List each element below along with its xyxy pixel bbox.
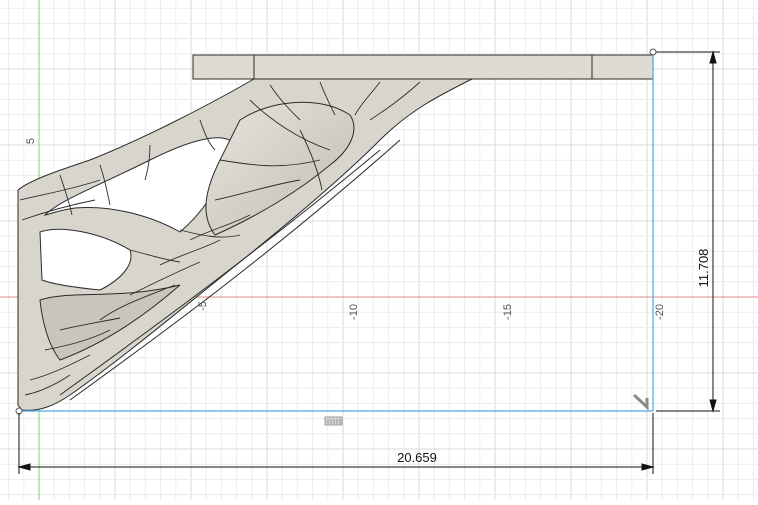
constraint-glyph-icon: [324, 416, 343, 426]
top-plate: [192, 54, 654, 80]
bracket-model[interactable]: [17, 54, 654, 411]
canvas-svg[interactable]: 20.659 11.708 5 -5 -10 -15 -20: [0, 0, 758, 500]
horizontal-ruler-label: -20: [654, 304, 666, 320]
sketch-point-top[interactable]: [649, 48, 657, 56]
vertical-ruler-label: 5: [25, 138, 37, 144]
corner-glyph-icon: [632, 393, 649, 411]
horizontal-ruler-label: -5: [197, 301, 209, 311]
horizontal-ruler-label: -15: [502, 304, 514, 320]
height-dimension-value[interactable]: 11.708: [696, 249, 711, 288]
height-dimension[interactable]: [656, 50, 720, 413]
width-dimension-value[interactable]: 20.659: [397, 450, 437, 465]
design-viewport[interactable]: 20.659 11.708 5 -5 -10 -15 -20: [0, 0, 758, 500]
horizontal-ruler-label: -10: [348, 304, 360, 320]
